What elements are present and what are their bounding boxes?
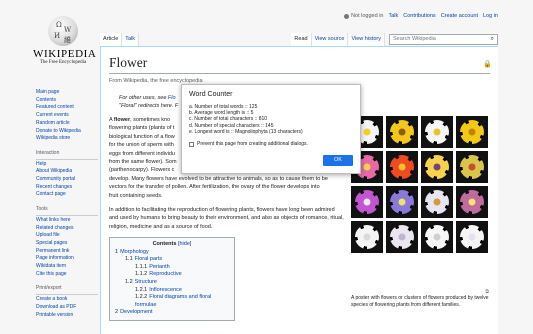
sidebar-item-random-article[interactable]: Random article — [36, 120, 98, 128]
sidebar-item-current-events[interactable]: Current events — [36, 112, 98, 120]
stat-line: e. Longest word is :: Magnoliophyta (13 … — [189, 128, 303, 135]
sidebar-item-wikidata-item[interactable]: Wikidata item — [36, 263, 98, 271]
second-paragraph: In addition to facilitating the reproduc… — [109, 207, 344, 230]
logo-tagline: The Free Encyclopedia — [39, 60, 87, 65]
flower-image — [351, 186, 383, 218]
flower-image — [421, 116, 453, 148]
checkbox-box[interactable] — [189, 141, 194, 147]
sidebar-print: Create a book Download as PDF Printable ve… — [36, 296, 98, 319]
flower-image — [456, 116, 488, 148]
tab-view-history[interactable]: View history — [348, 33, 385, 46]
globe-icon: ΩWИ維 — [48, 16, 78, 46]
sidebar-tools: What links here Related changes Upload fil… — [36, 217, 98, 279]
sidebar-item-create-a-book[interactable]: Create a book — [36, 296, 98, 304]
sidebar-item-donate-to-wikipedia[interactable]: Donate to Wikipedia — [36, 128, 98, 136]
image-caption: ⧉ A poster with flowers or clusters of f… — [351, 289, 489, 308]
tab-talk[interactable]: Talk — [122, 33, 140, 46]
sidebar-item-contact-page[interactable]: Contact page — [36, 191, 98, 199]
sidebar-heading-tools: Tools — [36, 206, 98, 216]
word-counter-dialog: Word Counter a. Number of total words ::… — [181, 84, 361, 174]
talk-link[interactable]: Talk — [388, 13, 398, 19]
flower-image — [386, 186, 418, 218]
search-placeholder: Search Wikipedia — [393, 36, 436, 42]
toc-title: Contents [hide] — [152, 241, 192, 247]
page-title: Flower — [109, 55, 490, 74]
table-of-contents: Contents [hide] 1 Morphology 1.1 Floral par… — [109, 237, 235, 321]
wikipedia-logo[interactable]: ΩWИ維 WIKIPEDIA The Free Encyclopedia — [33, 16, 97, 65]
sidebar-item-page-information[interactable]: Page information — [36, 255, 98, 263]
ok-button[interactable]: OK — [323, 155, 353, 166]
sidebar: Main page Contents Featured content Current… — [36, 89, 98, 319]
lock-icon: 🔒 — [483, 61, 492, 68]
contributions-link[interactable]: Contributions — [403, 13, 435, 19]
sidebar-item-what-links-here[interactable]: What links here — [36, 217, 98, 225]
sidebar-item-printable-version[interactable]: Printable version — [36, 312, 98, 320]
sidebar-item-about-wikipedia[interactable]: About Wikipedia — [36, 168, 98, 176]
flower-poster[interactable] — [351, 116, 491, 253]
view-tabs: Read View source View history Search Wik… — [291, 33, 498, 46]
sidebar-item-main-page[interactable]: Main page — [36, 89, 98, 97]
flower-image — [456, 221, 488, 253]
flower-image — [386, 116, 418, 148]
create-account-link[interactable]: Create account — [441, 13, 478, 19]
toc-item[interactable]: 1.1.2 Reproductive — [115, 271, 229, 279]
toc-item[interactable]: 1.1 Floral parts — [115, 256, 229, 264]
tab-read[interactable]: Read — [291, 33, 312, 46]
toc-item[interactable]: 2 Development — [115, 309, 229, 317]
flower-image — [421, 186, 453, 218]
personal-tools: Not logged in Talk Contributions Create … — [344, 13, 498, 19]
sidebar-item-recent-changes[interactable]: Recent changes — [36, 184, 98, 192]
flower-image — [421, 151, 453, 183]
tab-article[interactable]: Article — [100, 33, 123, 46]
toc-list: 1 Morphology 1.1 Floral parts 1.1.1 Perianth 1… — [115, 249, 229, 317]
toc-item[interactable]: 1.2.1 Inflorescence — [115, 287, 229, 295]
flower-image — [456, 151, 488, 183]
flower-image — [386, 221, 418, 253]
flower-image — [421, 221, 453, 253]
sidebar-navigation: Main page Contents Featured content Current… — [36, 89, 98, 143]
search-input[interactable]: Search Wikipedia ⌕ — [389, 34, 498, 45]
sidebar-item-permanent-link[interactable]: Permanent link — [36, 248, 98, 256]
sidebar-heading-print: Print/export — [36, 285, 98, 296]
login-link[interactable]: Log in — [483, 13, 498, 19]
sidebar-item-featured-content[interactable]: Featured content — [36, 104, 98, 112]
toc-item[interactable]: 1.2.2 Floral diagrams and floral formulae — [115, 294, 229, 309]
logo-title: WIKIPEDIA — [33, 48, 97, 60]
sidebar-item-wikipedia-store[interactable]: Wikipedia store — [36, 135, 98, 143]
sidebar-heading-interaction: Interaction — [36, 150, 98, 160]
sidebar-item-community-portal[interactable]: Community portal — [36, 176, 98, 184]
flower-image — [386, 151, 418, 183]
sidebar-item-help[interactable]: Help — [36, 161, 98, 169]
paragraph-line: fruit containing seeds. — [109, 192, 163, 199]
user-icon — [344, 13, 350, 19]
dialog-title: Word Counter — [189, 91, 233, 98]
sidebar-item-upload-file[interactable]: Upload file — [36, 232, 98, 240]
paragraph-line: develop. Many flowers have evolved to be… — [109, 175, 328, 182]
flower-image — [351, 221, 383, 253]
toc-hide-link[interactable]: [hide] — [178, 241, 191, 247]
toc-item[interactable]: 1.1.1 Perianth — [115, 264, 229, 272]
paragraph-line: vectors for the transfer of pollen. Afte… — [109, 184, 320, 191]
sidebar-item-download-as-pdf[interactable]: Download as PDF — [36, 304, 98, 312]
namespace-tabs: Article Talk — [100, 33, 140, 46]
search-icon[interactable]: ⌕ — [491, 36, 494, 43]
sidebar-item-special-pages[interactable]: Special pages — [36, 240, 98, 248]
enlarge-icon[interactable]: ⧉ — [485, 289, 489, 296]
tab-view-source[interactable]: View source — [311, 33, 349, 46]
flower-image — [456, 186, 488, 218]
sidebar-item-cite-this-page[interactable]: Cite this page — [36, 271, 98, 279]
hatnote-link[interactable]: Flo — [168, 95, 176, 101]
prevent-dialogs-checkbox[interactable]: Prevent this page from creating addition… — [189, 141, 353, 147]
toc-item[interactable]: 1 Morphology — [115, 249, 229, 257]
sidebar-interaction: Help About Wikipedia Community portal Recen… — [36, 161, 98, 200]
toc-item[interactable]: 1.2 Structure — [115, 279, 229, 287]
sidebar-item-related-changes[interactable]: Related changes — [36, 225, 98, 233]
dialog-stats: a. Number of total words :: 125 b. Averag… — [189, 104, 353, 135]
not-logged-in: Not logged in — [344, 13, 383, 19]
sidebar-item-contents[interactable]: Contents — [36, 97, 98, 105]
